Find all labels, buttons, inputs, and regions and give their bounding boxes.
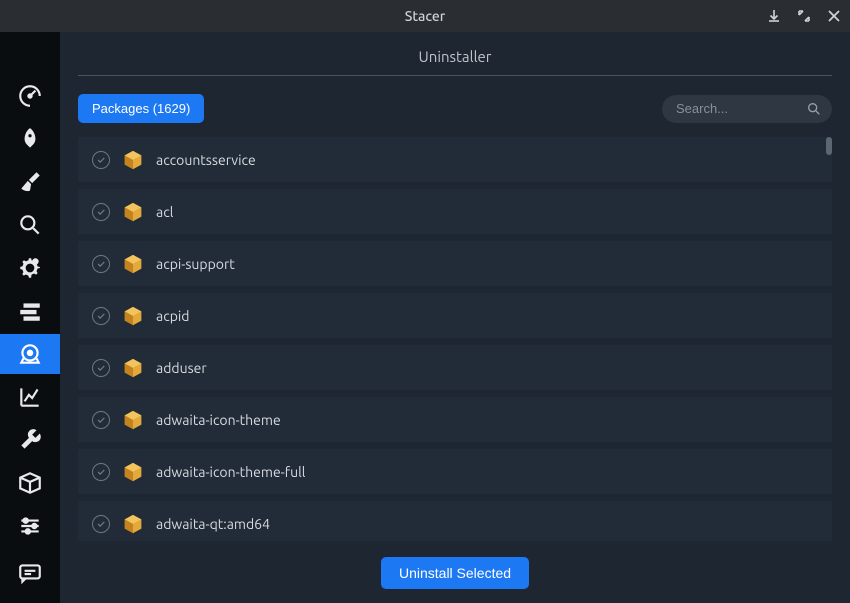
app-window: Stacer: [0, 0, 850, 603]
search-icon: [806, 101, 822, 117]
tasks-icon: [17, 298, 43, 324]
sidebar-item-search[interactable]: [0, 205, 60, 244]
package-checkbox[interactable]: [92, 307, 110, 325]
sidebar-item-uninstaller[interactable]: [0, 334, 60, 373]
package-checkbox[interactable]: [92, 359, 110, 377]
sidebar-item-processes[interactable]: [0, 291, 60, 330]
main-panel: Uninstaller Packages (1629) accountsserv…: [60, 32, 850, 603]
sidebar-item-settings[interactable]: [0, 507, 60, 546]
package-row[interactable]: adwaita-icon-theme: [78, 397, 832, 442]
package-box-icon: [122, 461, 144, 483]
package-checkbox[interactable]: [92, 515, 110, 533]
package-row[interactable]: acl: [78, 189, 832, 234]
body: Uninstaller Packages (1629) accountsserv…: [0, 32, 850, 603]
package-box-icon: [122, 305, 144, 327]
package-box-icon: [122, 149, 144, 171]
package-box-icon: [122, 357, 144, 379]
package-row[interactable]: adduser: [78, 345, 832, 390]
box-icon: [17, 470, 43, 496]
package-box-icon: [122, 253, 144, 275]
package-checkbox[interactable]: [92, 463, 110, 481]
toolbar: Packages (1629): [78, 94, 832, 123]
sliders-icon: [17, 513, 43, 539]
package-checkbox[interactable]: [92, 255, 110, 273]
minimize-icon[interactable]: [766, 8, 782, 24]
package-box-icon: [122, 201, 144, 223]
package-row[interactable]: acpid: [78, 293, 832, 338]
message-icon: [17, 560, 43, 586]
package-list-wrap: accountsservice acl acpi-support acpid a…: [78, 137, 832, 541]
chart-icon: [17, 384, 43, 410]
package-box-icon: [122, 513, 144, 535]
page-title: Uninstaller: [78, 32, 832, 75]
maximize-icon[interactable]: [796, 8, 812, 24]
package-row[interactable]: adwaita-qt:amd64: [78, 501, 832, 541]
magnifier-icon: [17, 212, 43, 238]
gear-icon: [17, 255, 43, 281]
sidebar-item-resources[interactable]: [0, 378, 60, 417]
disc-icon: [17, 341, 43, 367]
titlebar: Stacer: [0, 0, 850, 32]
package-box-icon: [122, 305, 144, 327]
package-box-icon: [122, 149, 144, 171]
package-name: accountsservice: [156, 152, 256, 168]
package-name: adduser: [156, 360, 207, 376]
package-box-icon: [122, 253, 144, 275]
package-box-icon: [122, 461, 144, 483]
package-list: accountsservice acl acpi-support acpid a…: [78, 137, 832, 541]
package-name: adwaita-icon-theme: [156, 412, 281, 428]
package-name: adwaita-icon-theme-full: [156, 464, 305, 480]
package-box-icon: [122, 201, 144, 223]
package-box-icon: [122, 409, 144, 431]
package-box-icon: [122, 409, 144, 431]
sidebar-item-startup[interactable]: [0, 119, 60, 158]
package-name: adwaita-qt:amd64: [156, 516, 270, 532]
close-icon[interactable]: [826, 8, 842, 24]
search-wrap: [662, 95, 832, 123]
rocket-icon: [17, 126, 43, 152]
package-box-icon: [122, 357, 144, 379]
speedometer-icon: [17, 83, 43, 109]
sidebar: [0, 32, 60, 603]
package-row[interactable]: adwaita-icon-theme-full: [78, 449, 832, 494]
package-name: acl: [156, 204, 173, 220]
sidebar-item-services[interactable]: [0, 248, 60, 287]
scrollbar[interactable]: [826, 137, 832, 541]
sidebar-item-feedback[interactable]: [0, 554, 60, 593]
package-checkbox[interactable]: [92, 151, 110, 169]
package-checkbox[interactable]: [92, 411, 110, 429]
sidebar-item-tools[interactable]: [0, 421, 60, 460]
wrench-icon: [17, 427, 43, 453]
scrollbar-thumb[interactable]: [826, 137, 832, 155]
sidebar-item-cleaner[interactable]: [0, 162, 60, 201]
package-name: acpid: [156, 308, 190, 324]
broom-icon: [17, 169, 43, 195]
package-name: acpi-support: [156, 256, 235, 272]
package-box-icon: [122, 513, 144, 535]
package-row[interactable]: acpi-support: [78, 241, 832, 286]
footer: Uninstall Selected: [78, 541, 832, 589]
sidebar-item-dashboard[interactable]: [0, 76, 60, 115]
package-row[interactable]: accountsservice: [78, 137, 832, 182]
packages-count-button[interactable]: Packages (1629): [78, 94, 204, 123]
package-checkbox[interactable]: [92, 203, 110, 221]
uninstall-selected-button[interactable]: Uninstall Selected: [381, 557, 529, 589]
window-title: Stacer: [405, 8, 446, 24]
sidebar-item-packages[interactable]: [0, 464, 60, 503]
divider: [78, 75, 832, 76]
window-controls: [766, 0, 842, 32]
